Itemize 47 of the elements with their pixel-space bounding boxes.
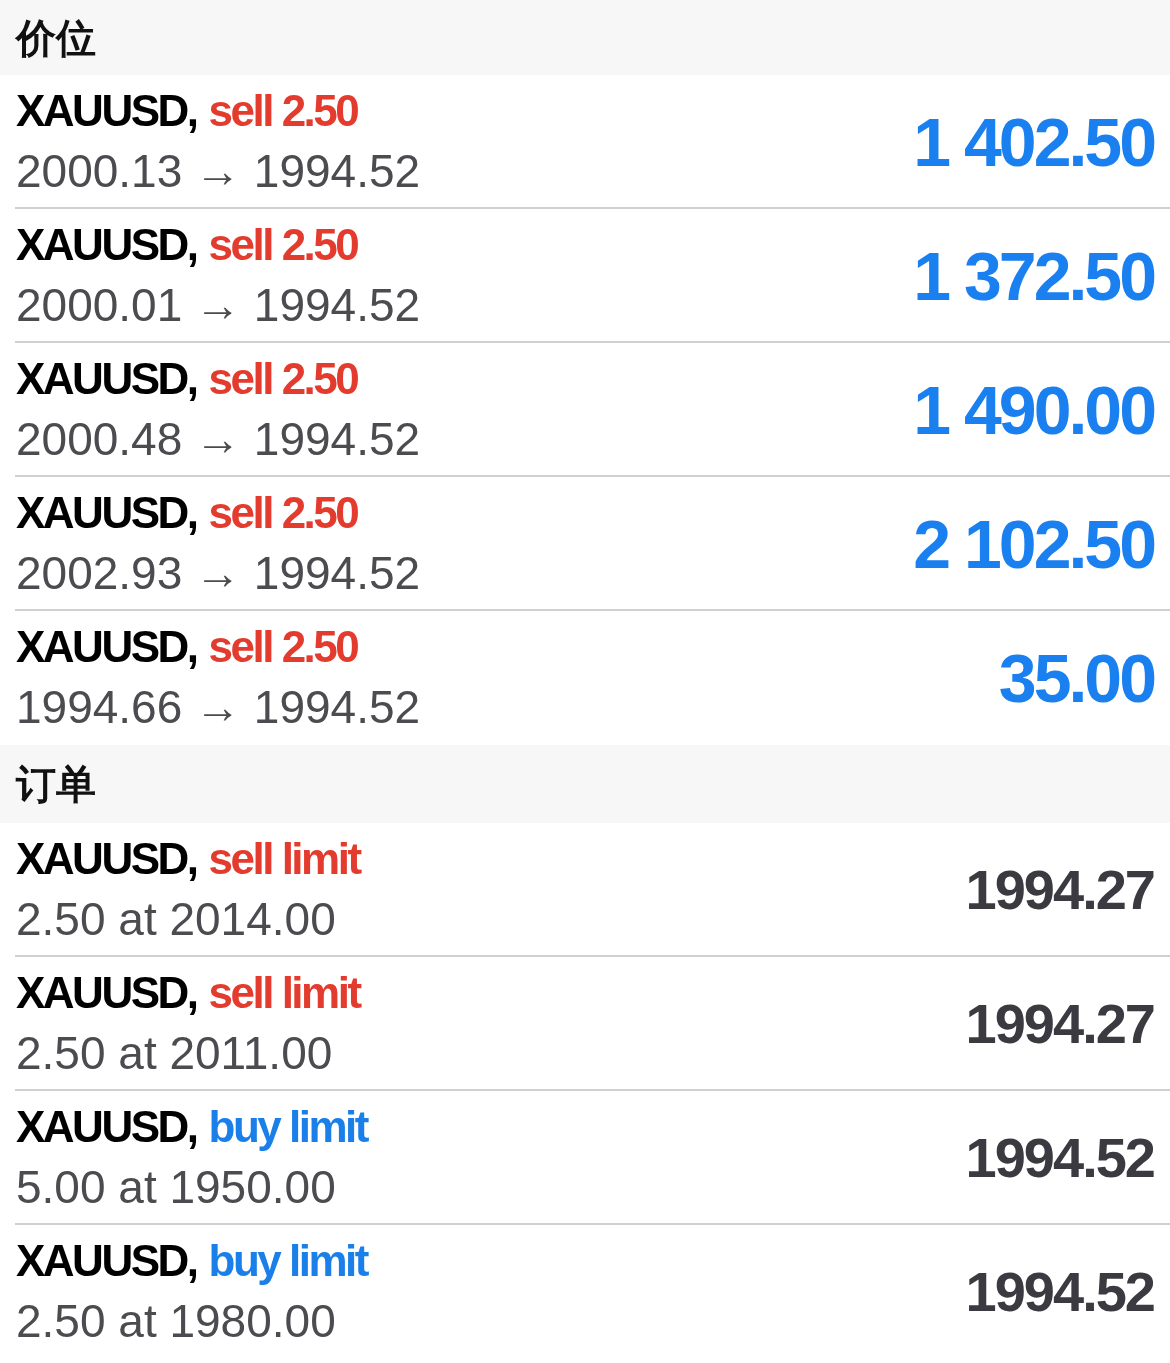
volume-price-label: 2.50 at 1980.00	[16, 1294, 336, 1349]
profit-label: 1 402.50	[913, 108, 1154, 176]
position-row[interactable]: XAUUSD, sell 2.50 2002.93 → 1994.52 2 102.50	[0, 477, 1170, 611]
position-row[interactable]: XAUUSD, sell 2.50 2000.13 → 1994.52 1 402.50	[0, 75, 1170, 209]
order-type-label: sell 2.50	[208, 219, 358, 271]
order-type-label: sell 2.50	[208, 621, 358, 673]
price-change-label: 2000.13 → 1994.52	[16, 144, 421, 199]
order-row[interactable]: XAUUSD, sell limit 2.50 at 2014.00 1994.27	[0, 823, 1170, 957]
position-row[interactable]: XAUUSD, sell 2.50 1994.66 → 1994.52 35.00	[0, 611, 1170, 745]
order-type-label: sell limit	[208, 833, 360, 885]
symbol-label: XAUUSD,	[16, 833, 197, 885]
volume-price-label: 2.50 at 2014.00	[16, 892, 336, 947]
symbol-label: XAUUSD,	[16, 967, 197, 1019]
profit-label: 35.00	[998, 644, 1154, 712]
order-row[interactable]: XAUUSD, buy limit 5.00 at 1950.00 1994.52	[0, 1091, 1170, 1225]
order-type-label: sell 2.50	[208, 85, 358, 137]
symbol-label: XAUUSD,	[16, 1101, 197, 1153]
volume-price-label: 5.00 at 1950.00	[16, 1160, 336, 1215]
order-type-label: sell 2.50	[208, 353, 358, 405]
position-row[interactable]: XAUUSD, sell 2.50 2000.48 → 1994.52 1 490.00	[0, 343, 1170, 477]
section-title: 订单	[16, 764, 96, 804]
order-type-label: sell limit	[208, 967, 360, 1019]
current-price-label: 1994.27	[965, 862, 1154, 918]
symbol-label: XAUUSD,	[16, 487, 197, 539]
section-title: 价位	[16, 17, 96, 58]
price-change-label: 1994.66 → 1994.52	[16, 680, 421, 735]
position-row[interactable]: XAUUSD, sell 2.50 2000.01 → 1994.52 1 372.50	[0, 209, 1170, 343]
current-price-label: 1994.27	[965, 996, 1154, 1052]
price-change-label: 2002.93 → 1994.52	[16, 546, 421, 601]
symbol-label: XAUUSD,	[16, 621, 197, 673]
symbol-label: XAUUSD,	[16, 353, 197, 405]
order-row[interactable]: XAUUSD, buy limit 2.50 at 1980.00 1994.52	[0, 1225, 1170, 1359]
profit-label: 2 102.50	[913, 510, 1154, 578]
order-type-label: buy limit	[208, 1235, 367, 1287]
order-type-label: buy limit	[208, 1101, 367, 1153]
price-change-label: 2000.48 → 1994.52	[16, 412, 421, 467]
symbol-label: XAUUSD,	[16, 219, 197, 271]
symbol-label: XAUUSD,	[16, 85, 197, 137]
symbol-label: XAUUSD,	[16, 1235, 197, 1287]
profit-label: 1 372.50	[913, 242, 1154, 310]
profit-label: 1 490.00	[913, 376, 1154, 444]
order-row[interactable]: XAUUSD, sell limit 2.50 at 2011.00 1994.27	[0, 957, 1170, 1091]
volume-price-label: 2.50 at 2011.00	[16, 1026, 333, 1081]
price-change-label: 2000.01 → 1994.52	[16, 278, 421, 333]
current-price-label: 1994.52	[965, 1264, 1154, 1320]
order-type-label: sell 2.50	[208, 487, 358, 539]
current-price-label: 1994.52	[965, 1130, 1154, 1186]
